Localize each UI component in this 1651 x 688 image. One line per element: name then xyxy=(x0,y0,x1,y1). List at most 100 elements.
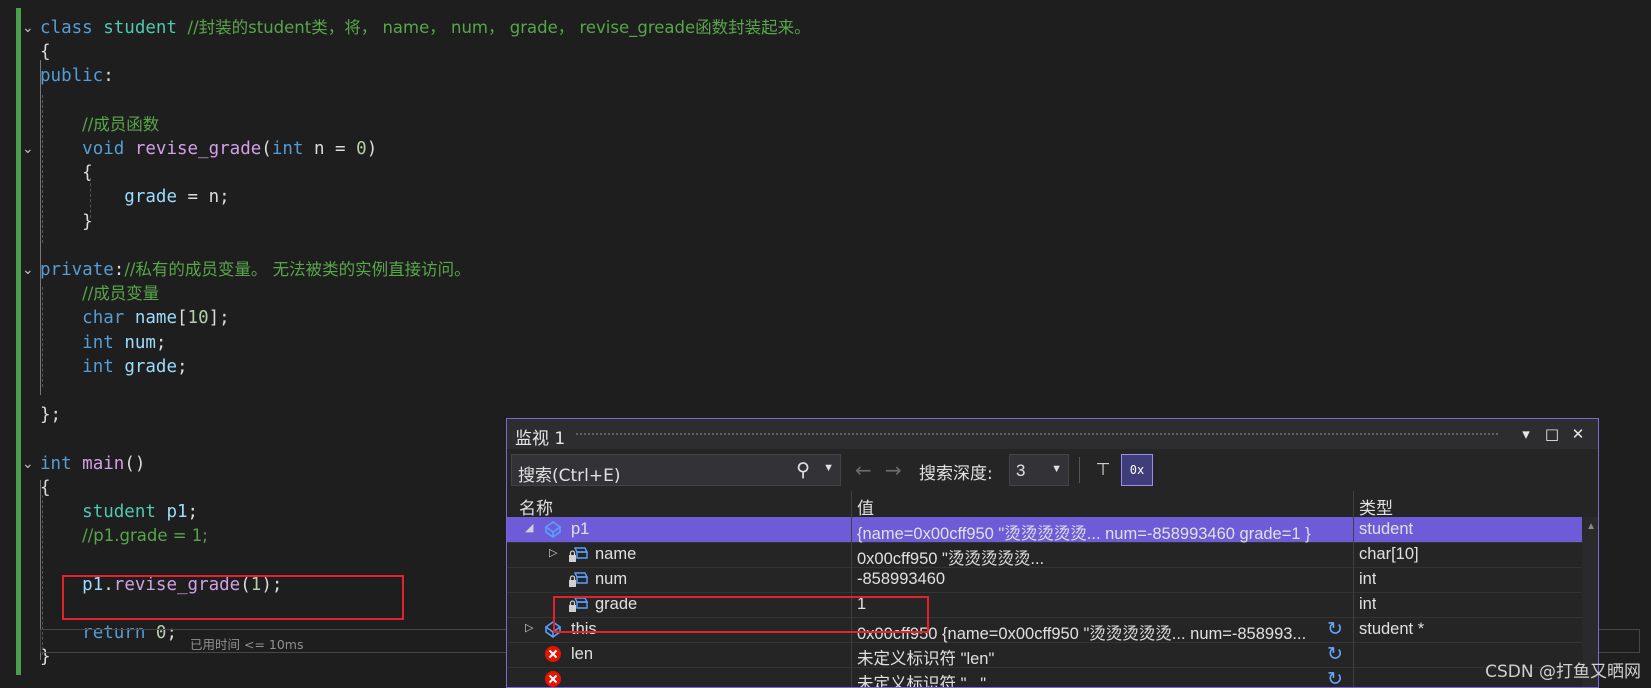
watch-title-bar[interactable]: 监视 1 ▾ □ ✕ xyxy=(507,419,1598,449)
watch-row-type: int xyxy=(1359,570,1377,588)
forward-arrow-icon[interactable]: → xyxy=(885,458,902,482)
code-text: int main() xyxy=(40,452,145,476)
code-text: char name[10]; xyxy=(40,306,230,330)
code-token: { xyxy=(40,42,51,63)
fold-chevron-icon[interactable]: ⌄ xyxy=(22,452,36,476)
column-header-value[interactable]: 值 xyxy=(857,494,874,519)
highlight-box-call xyxy=(62,575,404,620)
watch-row-name: name xyxy=(595,545,637,563)
code-text: }; xyxy=(40,403,61,427)
close-icon[interactable]: ✕ xyxy=(1568,423,1588,445)
code-token: ; xyxy=(155,332,167,353)
watermark: CSDN @打鱼又晒网 xyxy=(1485,662,1641,682)
code-token: ( xyxy=(261,139,272,159)
code-token: //成员函数 xyxy=(82,114,160,134)
fold-chevron-icon[interactable]: ⌄ xyxy=(22,258,36,282)
column-divider[interactable] xyxy=(1353,491,1354,687)
column-header-name[interactable]: 名称 xyxy=(519,494,553,519)
watch-grid: 名称 值 类型 ◢ p1 {name=0x00cff950 "烫烫烫烫烫... nu… xyxy=(507,491,1598,687)
pin-icon[interactable]: ⊤ xyxy=(1091,455,1115,485)
scroll-up-icon[interactable]: ▲ xyxy=(1586,521,1596,532)
code-token: grade xyxy=(124,187,177,208)
back-arrow-icon[interactable]: ← xyxy=(855,458,872,482)
elapsed-time-hint: 已用时间 <= 10ms xyxy=(190,637,304,652)
chevron-down-icon[interactable]: ▼ xyxy=(823,462,834,474)
code-text: public: xyxy=(40,64,114,88)
watch-row[interactable]: len 未定义标识符 "len" ↻ xyxy=(507,642,1582,668)
indent-guide xyxy=(40,60,41,395)
watch-row-name: p1 xyxy=(571,520,590,538)
refresh-icon[interactable]: ↻ xyxy=(1327,618,1343,641)
code-token: student xyxy=(82,502,167,522)
code-token: }; xyxy=(40,405,62,426)
column-divider[interactable] xyxy=(851,491,852,687)
watch-row-type: student * xyxy=(1359,620,1425,638)
code-text: //成员变量 xyxy=(40,282,159,306)
code-token: n = xyxy=(313,139,357,159)
fold-chevron-icon[interactable]: ⌄ xyxy=(22,16,36,40)
watch-row[interactable]: 未定义标识符 "..." ↻ xyxy=(507,667,1582,687)
watch-row-value[interactable]: 未定义标识符 "len" xyxy=(857,645,1327,669)
search-input[interactable]: 搜索(Ctrl+E) ⚲ ▼ xyxy=(511,454,841,486)
code-text: int num; xyxy=(40,331,166,355)
indent-guide xyxy=(42,287,43,387)
code-token: = n; xyxy=(176,187,230,208)
error-icon xyxy=(543,644,563,664)
watch-row-value[interactable]: 0x00cff950 "烫烫烫烫烫... xyxy=(857,545,1327,569)
chevron-down-icon: ▼ xyxy=(1051,463,1062,475)
code-text: student p1; xyxy=(40,500,198,524)
code-token: int xyxy=(271,139,314,159)
refresh-icon[interactable]: ↻ xyxy=(1327,668,1343,687)
code-text: { xyxy=(40,161,93,185)
code-token: //成员变量 xyxy=(82,284,160,304)
code-token: main xyxy=(82,453,125,474)
watch-row[interactable]: ▷ name 0x00cff950 "烫烫烫烫烫... char[10] xyxy=(507,542,1582,568)
code-token: int xyxy=(82,332,125,353)
private-field-icon xyxy=(567,544,589,564)
code-text: grade = n; xyxy=(40,185,230,209)
refresh-icon[interactable]: ↻ xyxy=(1327,643,1343,666)
code-token: //p1.grade = 1; xyxy=(82,526,208,546)
watch-row-type: student xyxy=(1359,520,1414,538)
code-token: ]; xyxy=(208,308,230,329)
expand-toggle-icon[interactable]: ◢ xyxy=(525,521,533,534)
code-text: int grade; xyxy=(40,355,188,379)
watch-row-type: int xyxy=(1359,595,1377,613)
code-text: //p1.grade = 1; xyxy=(40,524,208,548)
column-header-type[interactable]: 类型 xyxy=(1359,494,1393,519)
code-token: num xyxy=(124,332,156,353)
code-token: int xyxy=(82,356,125,377)
object-icon xyxy=(543,519,563,539)
watch-row[interactable]: num -858993460 int xyxy=(507,567,1582,593)
watch-row[interactable]: ◢ p1 {name=0x00cff950 "烫烫烫烫烫... num=-85899… xyxy=(507,517,1582,543)
watch-row-value[interactable]: 未定义标识符 "..." xyxy=(857,670,1327,687)
expand-toggle-icon[interactable]: ▷ xyxy=(525,621,533,634)
hex-display-toggle[interactable]: 0x xyxy=(1121,454,1153,486)
private-field-icon xyxy=(567,569,589,589)
code-token: ; xyxy=(177,356,188,377)
code-token: char xyxy=(82,308,135,329)
maximize-icon[interactable]: □ xyxy=(1542,423,1562,445)
fold-chevron-icon[interactable]: ⌄ xyxy=(22,137,36,161)
search-icon[interactable]: ⚲ xyxy=(796,459,810,482)
search-depth-label: 搜索深度: xyxy=(919,464,993,484)
code-token: ; xyxy=(187,502,199,522)
expand-toggle-icon[interactable]: ▷ xyxy=(549,546,557,559)
code-token: revise_grade xyxy=(134,139,262,159)
watch-row-type: char[10] xyxy=(1359,545,1419,563)
code-token: class xyxy=(40,18,104,38)
watch-row-value[interactable]: {name=0x00cff950 "烫烫烫烫烫... num=-85899346… xyxy=(857,520,1327,544)
search-depth-select[interactable]: 3 ▼ xyxy=(1009,454,1069,486)
toolbar-separator xyxy=(1079,457,1080,483)
code-token: int xyxy=(40,453,83,474)
watch-window[interactable]: 监视 1 ▾ □ ✕ 搜索(Ctrl+E) ⚲ ▼ ← → 搜索深度: 3 ▼ … xyxy=(506,418,1599,688)
dropdown-icon[interactable]: ▾ xyxy=(1516,423,1536,445)
code-token: void xyxy=(82,139,135,159)
code-token: [ xyxy=(177,308,188,329)
watch-row-value[interactable]: -858993460 xyxy=(857,570,1327,589)
